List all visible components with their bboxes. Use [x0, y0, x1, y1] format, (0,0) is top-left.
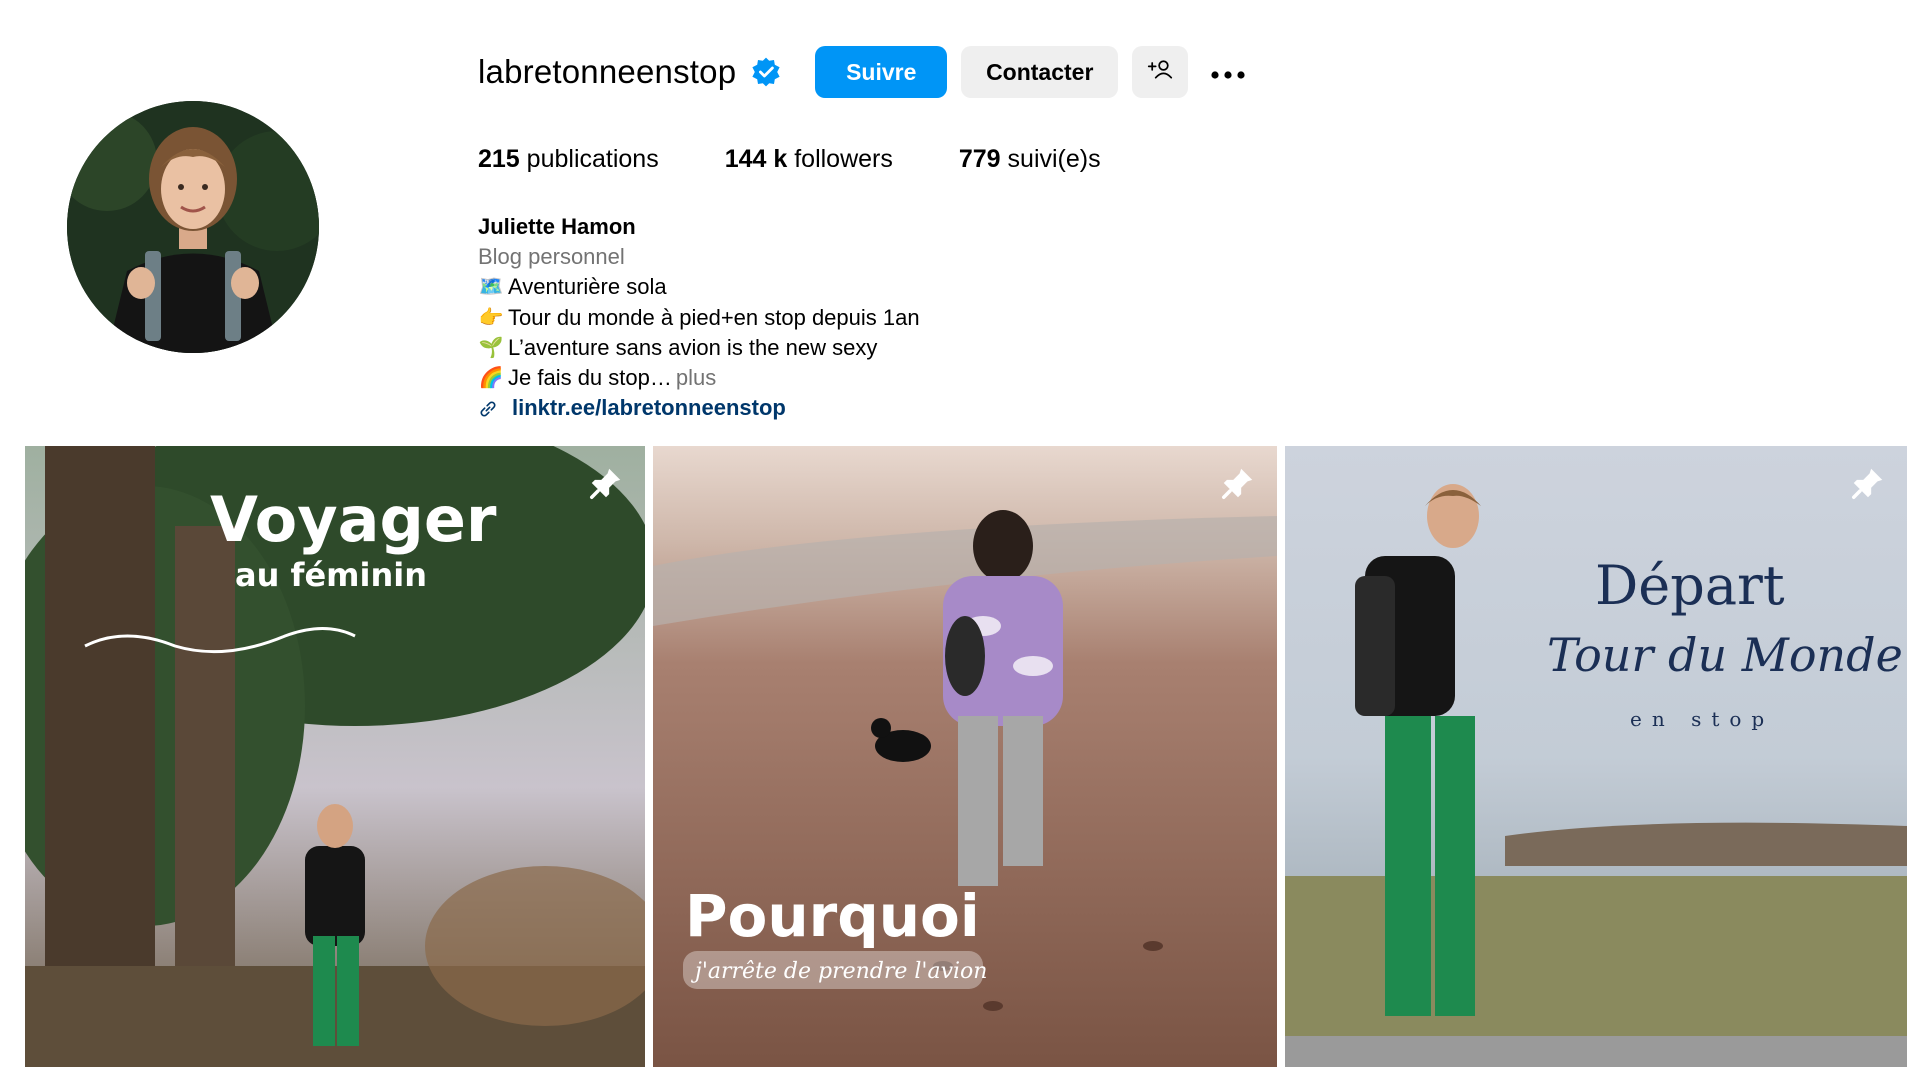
post-caption: en stop [1630, 707, 1774, 731]
post-title: Voyager [210, 483, 497, 556]
post-tile[interactable]: Pourquoi j'arrête de prendre l'avion [653, 446, 1277, 1067]
pin-icon [1849, 464, 1887, 502]
profile-page: labretonneenstop Suivre Contacter 215 pu… [0, 0, 1920, 1080]
following-count: 779 [958, 145, 1001, 173]
post-subtitle: Tour du Monde [1547, 628, 1903, 682]
pin-icon [1219, 464, 1257, 502]
bio-line: 🌈 Je fais du stop… plus [478, 363, 920, 393]
post-title: Pourquoi [685, 882, 980, 950]
bio-more-link[interactable]: plus [676, 363, 716, 393]
posts-label: publications [526, 145, 659, 173]
following-label: suivi(e)s [1007, 145, 1101, 173]
suggested-accounts-button[interactable] [1132, 46, 1189, 98]
bio-link-text: linktr.ee/labretonneenstop [512, 395, 786, 421]
link-icon [478, 397, 500, 419]
more-options-button[interactable] [1202, 46, 1254, 98]
bio-line-text: Aventurière sola [508, 274, 667, 300]
post-image: Départ Tour du Monde en stop [1285, 446, 1907, 1067]
follow-button[interactable]: Suivre [815, 46, 948, 98]
bio-category: Blog personnel [478, 244, 625, 270]
followers-stat[interactable]: 144 k followers [725, 145, 893, 174]
posts-stat: 215 publications [478, 145, 659, 174]
profile-header: labretonneenstop Suivre Contacter [478, 44, 1254, 100]
pointing-hand-icon: 👉 [478, 306, 504, 329]
followers-label: followers [794, 145, 893, 173]
post-tile[interactable]: Départ Tour du Monde en stop [1285, 446, 1907, 1067]
post-subtitle: j'arrête de prendre l'avion [690, 959, 987, 984]
posts-count: 215 [478, 145, 520, 173]
bio-line: 🗺️ Aventurière sola [478, 272, 920, 302]
map-icon: 🗺️ [478, 276, 504, 299]
profile-stats: 215 publications 144 k followers 779 sui… [478, 145, 1167, 174]
bio-line: 🌱 L’aventure sans avion is the new sexy [478, 333, 920, 363]
bio-name: Juliette Hamon [478, 214, 636, 239]
rainbow-icon: 🌈 [478, 367, 504, 390]
bio-line-text: L’aventure sans avion is the new sexy [508, 334, 878, 360]
add-person-icon [1147, 58, 1173, 86]
profile-username: labretonneenstop [478, 53, 737, 90]
followers-count: 144 k [724, 145, 788, 173]
bio-line-text: Tour du monde à pied+en stop depuis 1an [508, 304, 920, 330]
post-subtitle: au féminin [235, 556, 427, 594]
bio-line: 👉 Tour du monde à pied+en stop depuis 1a… [478, 303, 920, 333]
post-tile[interactable]: Voyager au féminin [25, 446, 645, 1067]
post-image: Pourquoi j'arrête de prendre l'avion [653, 446, 1277, 1067]
pin-icon [587, 464, 625, 502]
verified-badge-icon [750, 56, 782, 88]
contact-button[interactable]: Contacter [961, 46, 1119, 98]
bio-line-text: Je fais du stop… [508, 365, 672, 391]
avatar-photo [67, 101, 319, 353]
profile-bio: Juliette Hamon Blog personnel 🗺️ Aventur… [478, 212, 920, 423]
post-title: Départ [1595, 554, 1785, 617]
seedling-icon: 🌱 [478, 336, 504, 359]
post-image: Voyager au féminin [25, 446, 645, 1067]
profile-avatar[interactable] [67, 101, 319, 353]
bio-external-link[interactable]: linktr.ee/labretonneenstop [478, 393, 920, 423]
following-stat[interactable]: 779 suivi(e)s [959, 145, 1101, 174]
more-options-icon [1210, 59, 1246, 86]
